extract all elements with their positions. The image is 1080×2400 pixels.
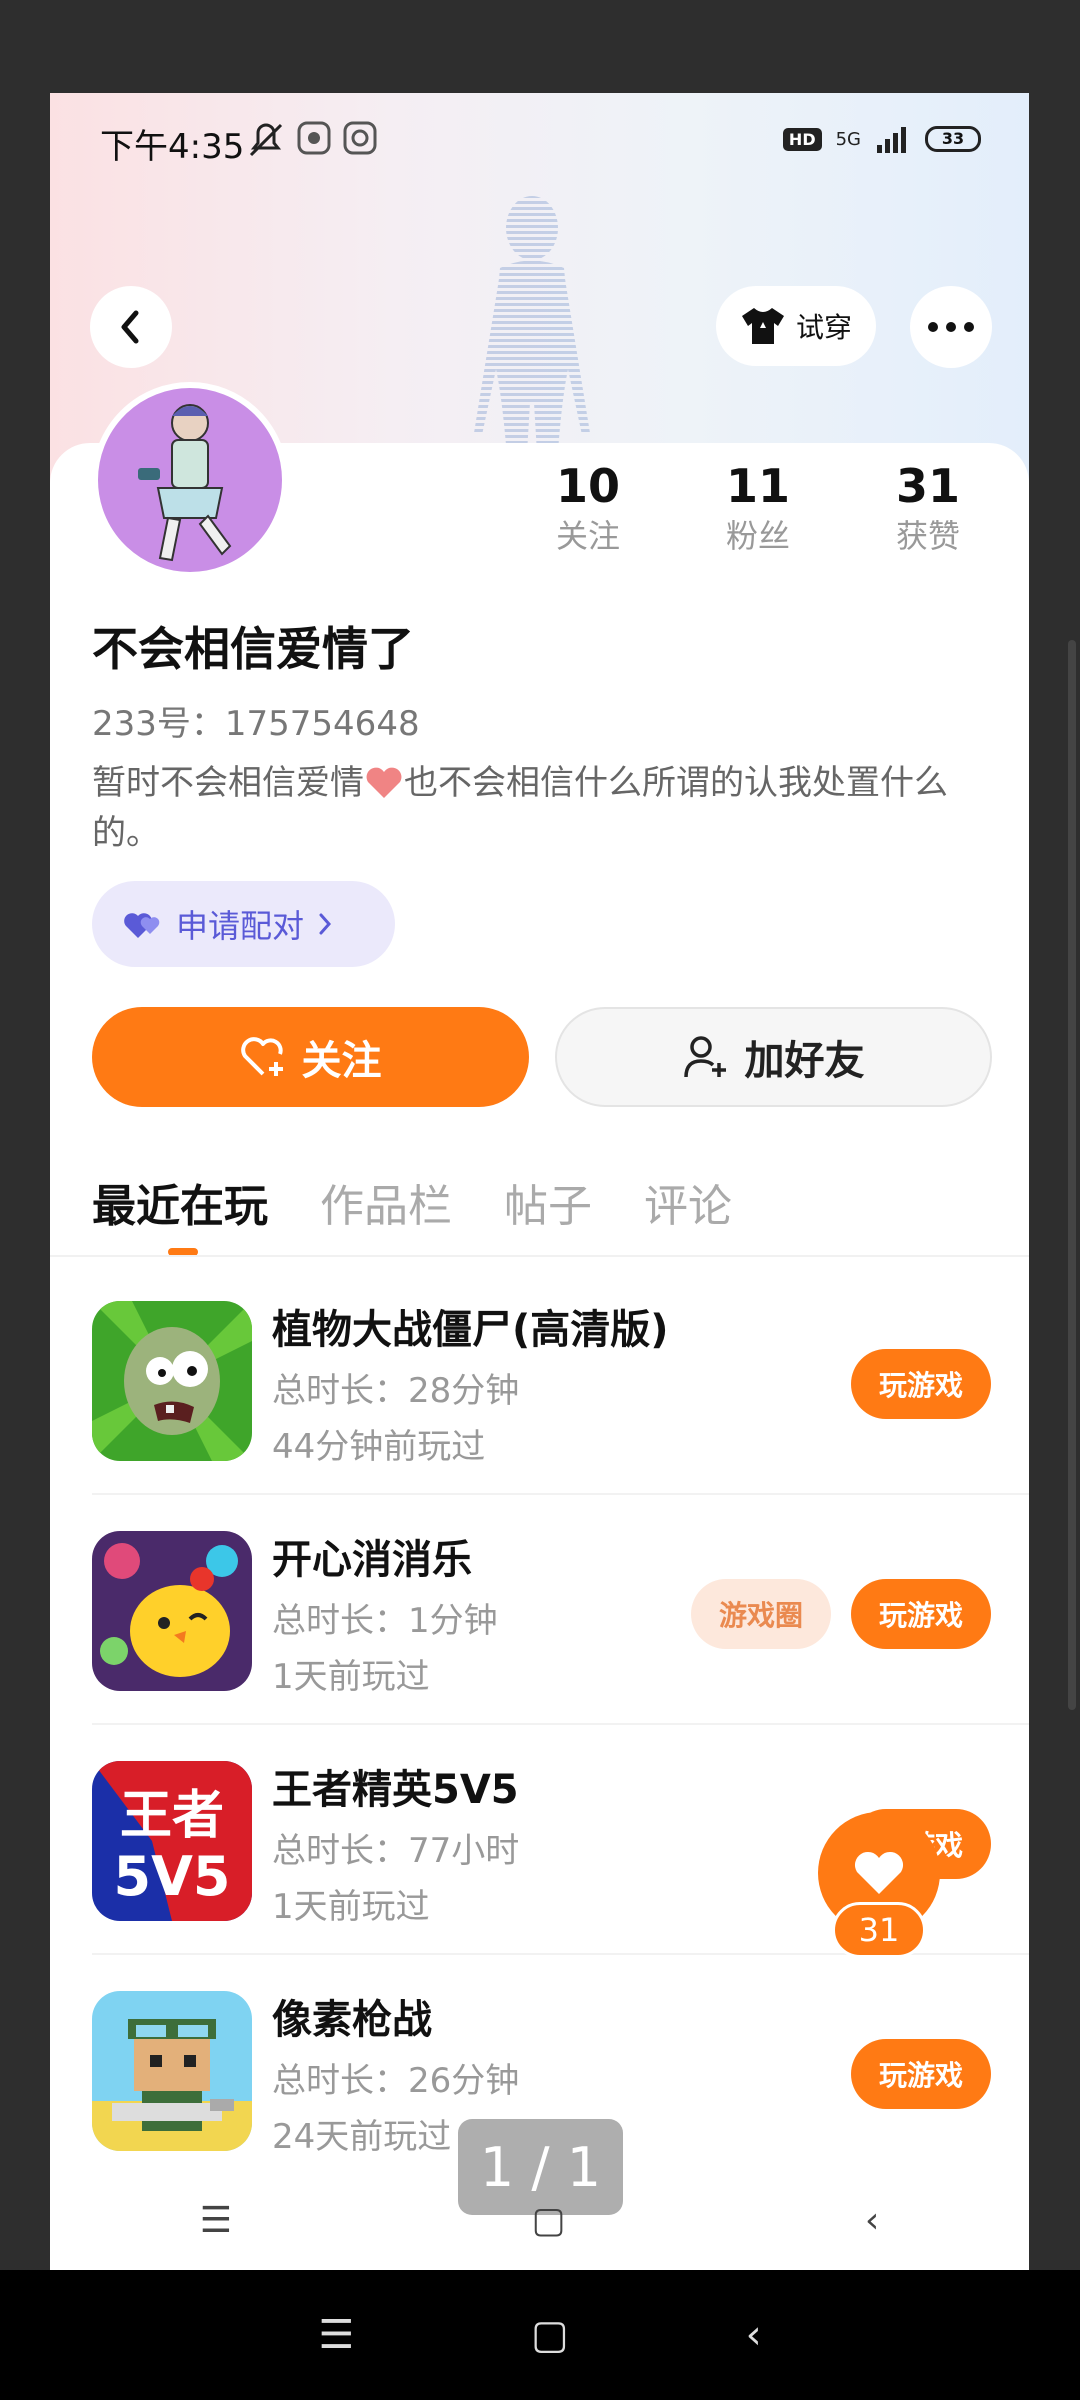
- system-nav-bar: ☰ ▢ ‹: [0, 2270, 1080, 2400]
- game-icon-text-1: 王者: [120, 1786, 224, 1846]
- game-last-played: 1天前玩过: [272, 1657, 430, 1697]
- game-duration: 总时长：26分钟: [272, 2061, 520, 2101]
- status-time: 下午4:35: [100, 127, 245, 167]
- more-dots-icon: [928, 322, 974, 332]
- stat-likes-label: 获赞: [895, 517, 960, 555]
- game-circle-button[interactable]: 游戏圈: [691, 1579, 831, 1649]
- profile-uid: 233号：175754648: [92, 704, 420, 744]
- play-game-button[interactable]: 玩游戏: [851, 1579, 991, 1649]
- app-notification-icon: [297, 121, 331, 155]
- like-count: 31: [832, 1902, 926, 1958]
- stat-likes-value: 31: [895, 459, 960, 513]
- game-icon-pvz: [92, 1301, 252, 1461]
- heart-plus-icon: [240, 1037, 283, 1076]
- home-icon[interactable]: ▢: [531, 2200, 565, 2241]
- avatar-illustration: [138, 404, 232, 562]
- screenshot-nav-bar: ☰ ▢ ‹: [50, 2170, 1029, 2270]
- game-last-played: 1天前玩过: [272, 1887, 430, 1927]
- apply-pair-button[interactable]: 申请配对: [92, 881, 395, 967]
- heart-icon: [854, 1851, 904, 1894]
- scrollbar[interactable]: [1068, 640, 1076, 1710]
- status-bar: 下午4:35 HD 5G 33: [50, 93, 1029, 189]
- game-title: 植物大战僵尸(高清版): [272, 1307, 669, 1353]
- double-heart-icon: [124, 913, 160, 938]
- back-icon[interactable]: ‹: [746, 2312, 762, 2358]
- try-on-label: 试穿: [796, 311, 853, 344]
- signal-icon: [877, 127, 906, 153]
- game-icon-text-2: 5V5: [114, 1845, 231, 1908]
- list-divider: [92, 1493, 1029, 1495]
- tab-comments[interactable]: 评论: [644, 1170, 732, 1234]
- network-label: 5G: [835, 128, 861, 150]
- profile-tabs: 最近在玩 作品栏 帖子 评论: [92, 1170, 732, 1234]
- apply-pair-label: 申请配对: [176, 907, 305, 945]
- bio-text-part1: 暂时不会相信爱情: [92, 763, 364, 803]
- chevron-left-icon: [121, 310, 139, 344]
- game-title: 王者精英5V5: [272, 1767, 519, 1813]
- app-notification-icon: [343, 121, 377, 155]
- follow-label: 关注: [301, 1038, 382, 1084]
- game-title: 像素枪战: [272, 1997, 432, 2043]
- back-button[interactable]: [90, 286, 172, 368]
- game-icon-king-elite: 王者 5V5: [92, 1761, 252, 1921]
- play-game-button[interactable]: 玩游戏: [851, 1349, 991, 1419]
- game-title: 开心消消乐: [272, 1537, 472, 1583]
- try-on-button[interactable]: 试穿: [716, 286, 877, 366]
- more-options-button[interactable]: [910, 286, 992, 368]
- add-friend-label: 加好友: [744, 1038, 865, 1084]
- list-divider: [92, 1723, 1029, 1725]
- stat-following[interactable]: 10 关注: [528, 458, 648, 558]
- avatar[interactable]: [92, 382, 288, 578]
- list-item[interactable]: 植物大战僵尸(高清版) 总时长：28分钟 44分钟前玩过 玩游戏: [50, 1301, 1029, 1531]
- game-duration: 总时长：28分钟: [272, 1371, 520, 1411]
- game-icon-happy-match: [92, 1531, 252, 1691]
- game-icon-pixel-gun: [92, 1991, 252, 2151]
- battery-icon: 33: [925, 126, 981, 152]
- home-icon[interactable]: ▢: [531, 2312, 569, 2358]
- hd-badge: HD: [782, 127, 822, 151]
- play-game-button[interactable]: 玩游戏: [851, 2039, 991, 2109]
- tab-works[interactable]: 作品栏: [320, 1170, 452, 1234]
- tshirt-icon: [742, 308, 784, 344]
- game-last-played: 24天前玩过: [272, 2117, 452, 2157]
- stat-following-value: 10: [555, 459, 620, 513]
- game-duration: 总时长：1分钟: [272, 1601, 498, 1641]
- list-item[interactable]: 开心消消乐 总时长：1分钟 1天前玩过 游戏圈 玩游戏: [50, 1531, 1029, 1761]
- profile-name: 不会相信爱情了: [92, 622, 414, 676]
- tab-posts[interactable]: 帖子: [504, 1170, 592, 1234]
- mute-icon: [249, 123, 283, 157]
- chevron-right-icon: [319, 913, 332, 935]
- add-friend-button[interactable]: 加好友: [555, 1007, 992, 1107]
- tab-recently-played[interactable]: 最近在玩: [92, 1170, 268, 1234]
- stat-following-label: 关注: [555, 517, 620, 555]
- menu-icon[interactable]: ☰: [200, 2200, 232, 2241]
- add-user-icon: [683, 1036, 726, 1078]
- stat-fans-label: 粉丝: [725, 517, 790, 555]
- stat-fans[interactable]: 11 粉丝: [698, 458, 818, 558]
- stat-fans-value: 11: [725, 459, 790, 513]
- game-last-played: 44分钟前玩过: [272, 1427, 486, 1467]
- back-icon[interactable]: ‹: [865, 2200, 879, 2241]
- follow-button[interactable]: 关注: [92, 1007, 529, 1107]
- stat-likes[interactable]: 31 获赞: [868, 458, 988, 558]
- profile-bio: 暂时不会相信爱情 也不会相信什么所谓的认我处置什么的。: [92, 758, 992, 858]
- tab-divider: [50, 1255, 1029, 1257]
- heart-emoji-icon: [366, 767, 402, 798]
- menu-icon[interactable]: ☰: [318, 2312, 354, 2358]
- game-duration: 总时长：77小时: [272, 1831, 520, 1871]
